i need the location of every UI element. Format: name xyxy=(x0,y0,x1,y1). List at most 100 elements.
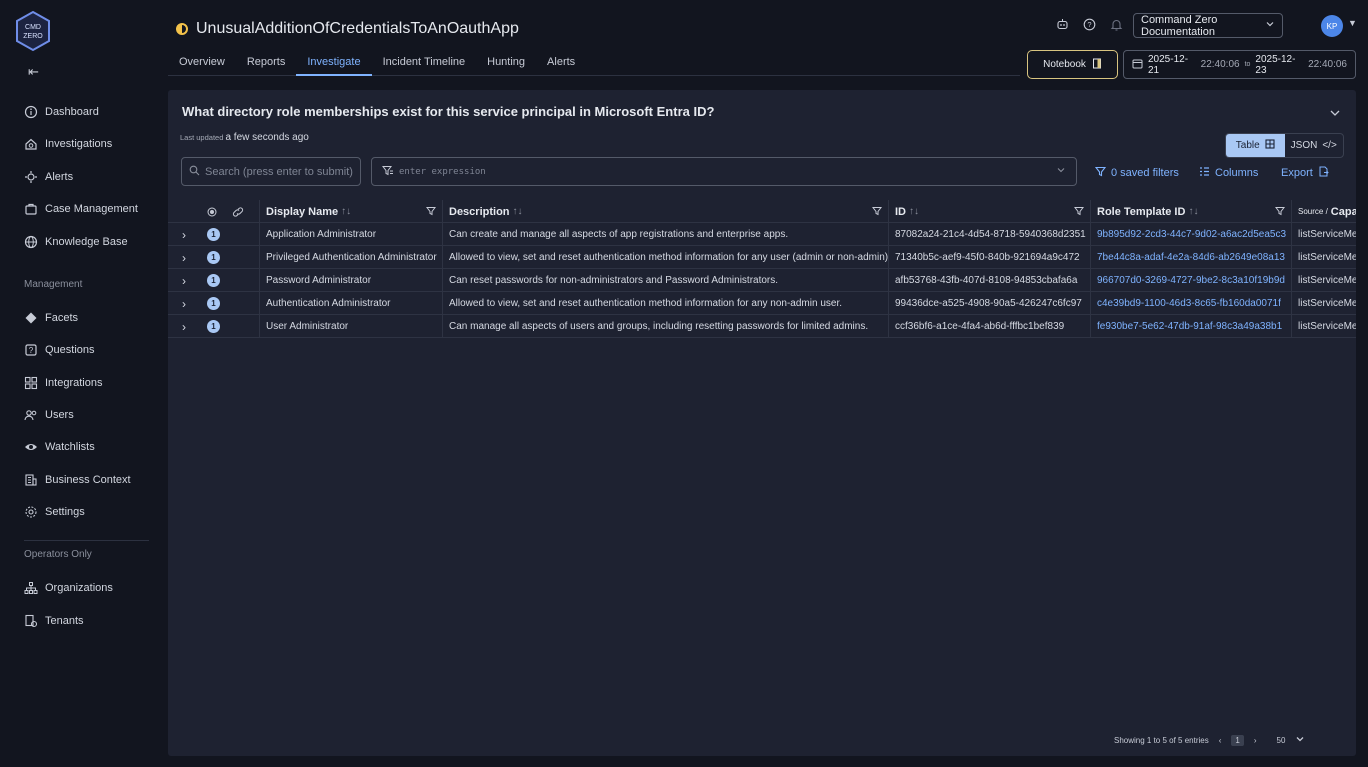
expand-row-icon[interactable]: › xyxy=(176,223,202,246)
sidebar-item-dashboard[interactable]: Dashboard xyxy=(24,103,99,121)
cell-role-template-id[interactable]: 9b895d92-2cd3-44c7-9d02-a6ac2d5ea5c3 xyxy=(1090,223,1291,246)
question-title: What directory role memberships exist fo… xyxy=(182,104,715,119)
sidebar-item-alerts[interactable]: Alerts xyxy=(24,168,73,186)
code-icon: </> xyxy=(1322,140,1337,151)
link-icon[interactable] xyxy=(226,200,259,223)
radio-dot-icon[interactable] xyxy=(202,200,226,223)
caret-down-icon[interactable]: ▼ xyxy=(1348,18,1357,28)
sidebar-item-label: Dashboard xyxy=(45,106,99,118)
expand-row-icon[interactable]: › xyxy=(176,292,202,315)
prev-page-icon[interactable]: ‹ xyxy=(1219,736,1222,745)
sidebar-item-knowledge-base[interactable]: Knowledge Base xyxy=(24,233,128,251)
sidebar-item-tenants[interactable]: Tenants xyxy=(24,612,84,630)
count-badge-cell: 1 xyxy=(202,315,226,338)
sidebar-item-label: Users xyxy=(45,409,74,421)
table-row[interactable]: › 1 Password Administrator Can reset passwo… xyxy=(168,269,1356,292)
date-to-time: 22:40:06 xyxy=(1308,59,1347,70)
cell-role-template-id[interactable]: fe930be7-5e62-47db-91af-98c3a49a38b1 xyxy=(1090,315,1291,338)
table-row[interactable]: › 1 Authentication Administrator Allowed to… xyxy=(168,292,1356,315)
date-range-picker[interactable]: 2025-12-21 22:40:06 to 2025-12-23 22:40:… xyxy=(1123,50,1356,79)
chevron-down-icon[interactable] xyxy=(1295,734,1305,746)
users-icon xyxy=(24,408,38,422)
sort-icon[interactable]: ↑↓ xyxy=(341,206,351,217)
sidebar-item-questions[interactable]: ? Questions xyxy=(24,341,95,359)
sidebar-item-facets[interactable]: Facets xyxy=(24,309,78,327)
sidebar-item-business-context[interactable]: Business Context xyxy=(24,471,131,489)
sidebar-item-label: Facets xyxy=(45,312,79,324)
sidebar-item-organizations[interactable]: Organizations xyxy=(24,579,113,597)
count-badge: 1 xyxy=(207,274,220,287)
export-button[interactable]: Export xyxy=(1281,166,1329,180)
next-page-icon[interactable]: › xyxy=(1254,736,1257,745)
sidebar-item-watchlists[interactable]: Watchlists xyxy=(24,438,95,456)
expand-row-icon[interactable]: › xyxy=(176,246,202,269)
svg-text:?: ? xyxy=(29,346,34,355)
table-row[interactable]: › 1 User Administrator Can manage all aspec… xyxy=(168,315,1356,338)
page-title-row: UnusualAdditionOfCredentialsToAnOauthApp xyxy=(176,20,519,38)
tab-reports[interactable]: Reports xyxy=(236,50,297,76)
expand-row-icon[interactable]: › xyxy=(176,315,202,338)
sort-icon[interactable]: ↑↓ xyxy=(513,206,523,217)
page-size[interactable]: 50 xyxy=(1277,736,1286,745)
command-zero-logo[interactable]: CMD ZERO xyxy=(14,10,52,52)
search-icon xyxy=(189,165,200,179)
svg-text:CMD: CMD xyxy=(25,24,41,31)
pagination-footer: Showing 1 to 5 of 5 entries ‹ 1 › 50 xyxy=(1114,734,1305,746)
column-header-id[interactable]: ID ↑↓ xyxy=(888,200,1090,223)
view-table-button[interactable]: Table xyxy=(1226,134,1285,157)
table-row[interactable]: › 1 Application Administrator Can create an… xyxy=(168,223,1356,246)
sidebar-item-users[interactable]: Users xyxy=(24,406,74,424)
tab-overview[interactable]: Overview xyxy=(168,50,236,76)
column-header-label: Description xyxy=(449,205,510,218)
column-header-display-name[interactable]: Display Name ↑↓ xyxy=(259,200,442,223)
cell-role-template-id[interactable]: c4e39bd9-1100-46d3-8c65-fb160da0071f xyxy=(1090,292,1291,315)
cell-role-template-id[interactable]: 966707d0-3269-4727-9be2-8c3a10f19b9d xyxy=(1090,269,1291,292)
sidebar-item-case-management[interactable]: Case Management xyxy=(24,200,138,218)
bot-icon[interactable] xyxy=(1056,18,1069,34)
help-icon[interactable]: ? xyxy=(1083,18,1096,34)
column-header-source[interactable]: Source / Capa xyxy=(1291,200,1356,223)
saved-filters-button[interactable]: 0 saved filters xyxy=(1094,166,1179,180)
view-json-button[interactable]: JSON </> xyxy=(1285,134,1344,157)
column-header-description[interactable]: Description ↑↓ xyxy=(442,200,888,223)
search-input[interactable]: Search (press enter to submit) xyxy=(181,157,361,186)
sort-icon[interactable]: ↑↓ xyxy=(909,206,919,217)
search-placeholder: Search (press enter to submit) xyxy=(205,165,353,178)
notebook-button[interactable]: Notebook xyxy=(1027,50,1118,79)
collapse-left-icon[interactable]: ⇤ xyxy=(28,64,39,80)
count-badge: 1 xyxy=(207,320,220,333)
tab-investigate[interactable]: Investigate xyxy=(296,50,372,76)
sort-icon[interactable]: ↑↓ xyxy=(1188,206,1198,217)
tab-alerts[interactable]: Alerts xyxy=(536,50,586,76)
saved-filters-label: 0 saved filters xyxy=(1111,167,1179,179)
cell-display-name: Authentication Administrator xyxy=(259,292,442,315)
column-header-role-template-id[interactable]: Role Template ID ↑↓ xyxy=(1090,200,1291,223)
gear-icon xyxy=(24,505,38,519)
filter-icon[interactable] xyxy=(426,206,436,219)
date-from-time: 22:40:06 xyxy=(1200,59,1240,70)
bell-icon[interactable] xyxy=(1110,18,1123,34)
columns-button[interactable]: Columns xyxy=(1199,166,1258,180)
tab-hunting[interactable]: Hunting xyxy=(476,50,536,76)
sidebar-item-investigations[interactable]: Investigations xyxy=(24,135,112,153)
sidebar-item-integrations[interactable]: Integrations xyxy=(24,374,102,392)
expression-input[interactable]: enter expression xyxy=(371,157,1077,186)
filter-icon[interactable] xyxy=(1074,206,1084,219)
table-row[interactable]: › 1 Privileged Authentication Administrato… xyxy=(168,246,1356,269)
cell-role-template-id[interactable]: 7be44c8a-adaf-4e2a-84d6-ab2649e08a13 xyxy=(1090,246,1291,269)
cell-display-name: Application Administrator xyxy=(259,223,442,246)
filter-icon[interactable] xyxy=(1275,206,1285,219)
cell-id: afb53768-43fb-407d-8108-94853cbafa6a xyxy=(888,269,1090,292)
filter-icon[interactable] xyxy=(872,206,882,219)
expand-row-icon[interactable]: › xyxy=(176,269,202,292)
link-cell xyxy=(226,246,259,269)
sidebar-item-label: Alerts xyxy=(45,171,74,183)
briefcase-icon xyxy=(24,202,38,216)
tenants-icon xyxy=(24,614,38,628)
chevron-down-icon[interactable] xyxy=(1328,106,1342,123)
tab-incident-timeline[interactable]: Incident Timeline xyxy=(372,50,477,76)
sidebar-item-settings[interactable]: Settings xyxy=(24,503,85,521)
documentation-select[interactable]: Command Zero Documentation xyxy=(1133,13,1283,38)
avatar[interactable]: KP xyxy=(1321,15,1343,37)
page-number[interactable]: 1 xyxy=(1231,734,1244,746)
